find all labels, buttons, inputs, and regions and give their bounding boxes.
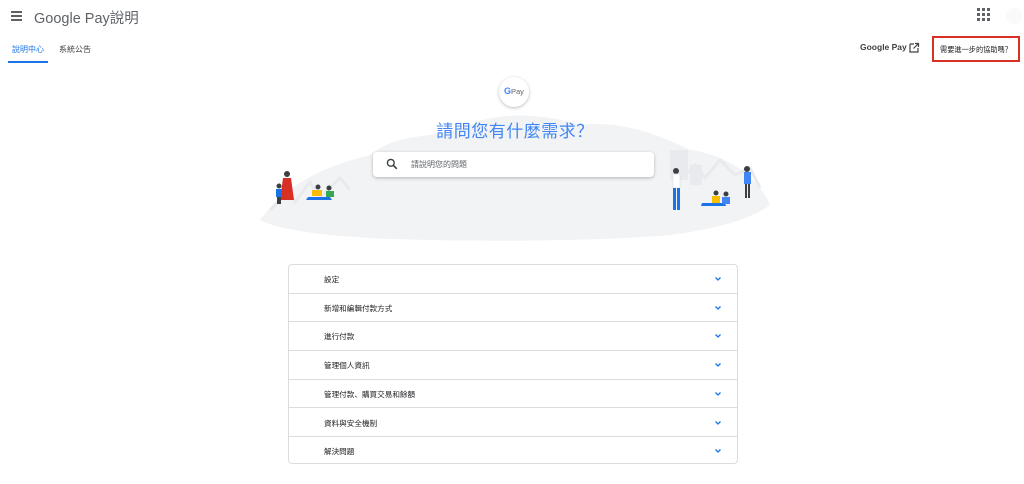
topic-label: 資料與安全機制	[324, 418, 378, 428]
topic-settings[interactable]: 設定	[289, 265, 737, 294]
chevron-down-icon	[715, 305, 721, 310]
top-app-bar: Google Pay說明	[0, 0, 1024, 34]
topic-manage-transactions[interactable]: 管理付款、購買交易和餘額	[289, 380, 737, 409]
topic-personal-info[interactable]: 管理個人資訊	[289, 351, 737, 380]
apps-grid-icon[interactable]	[977, 8, 991, 22]
google-pay-link[interactable]: Google Pay	[860, 42, 920, 56]
page-title: 請問您有什麼需求？	[436, 122, 594, 142]
tab-help-center[interactable]: 說明中心	[12, 44, 44, 55]
google-pay-link-label: Google Pay	[860, 42, 907, 52]
search-box[interactable]	[373, 152, 654, 177]
chevron-down-icon	[715, 449, 721, 454]
external-link-icon	[909, 42, 920, 53]
google-g-logo: G	[504, 86, 512, 96]
menu-icon[interactable]	[8, 8, 26, 24]
active-tab-indicator	[8, 61, 48, 63]
topic-troubleshoot[interactable]: 解決問題	[289, 437, 737, 463]
topic-make-payment[interactable]: 進行付款	[289, 322, 737, 352]
chevron-down-icon	[715, 334, 721, 339]
search-input[interactable]	[411, 156, 641, 173]
topic-data-security[interactable]: 資料與安全機制	[289, 409, 737, 438]
app-title[interactable]: Google Pay說明	[34, 7, 139, 28]
search-icon[interactable]	[386, 158, 398, 170]
topic-add-edit-payment[interactable]: 新增和編輯付款方式	[289, 294, 737, 323]
chevron-down-icon	[715, 391, 721, 396]
topic-label: 解決問題	[324, 447, 355, 457]
topic-label: 管理付款、購買交易和餘額	[324, 389, 416, 399]
topic-label: 設定	[324, 275, 340, 284]
more-help-link-label: 需要進一步的協助嗎？	[940, 45, 1012, 54]
chevron-down-icon	[715, 277, 721, 281]
more-help-link[interactable]: 需要進一步的協助嗎？	[932, 36, 1020, 62]
topic-list: 設定 新增和編輯付款方式 進行付款 管理個人資訊 管理付款、購買交易和餘額 資料…	[288, 264, 738, 464]
topic-label: 新增和編輯付款方式	[324, 303, 393, 313]
topic-label: 進行付款	[324, 332, 355, 342]
topic-label: 管理個人資訊	[324, 361, 370, 371]
chevron-down-icon	[715, 363, 721, 368]
google-pay-logo: G Pay	[499, 77, 529, 107]
tab-announcements[interactable]: 系統公告	[59, 44, 91, 55]
tab-bar: 說明中心 系統公告	[0, 38, 120, 64]
account-avatar[interactable]	[1006, 8, 1022, 24]
chevron-down-icon	[715, 420, 721, 425]
pay-logo-text: Pay	[511, 87, 524, 96]
